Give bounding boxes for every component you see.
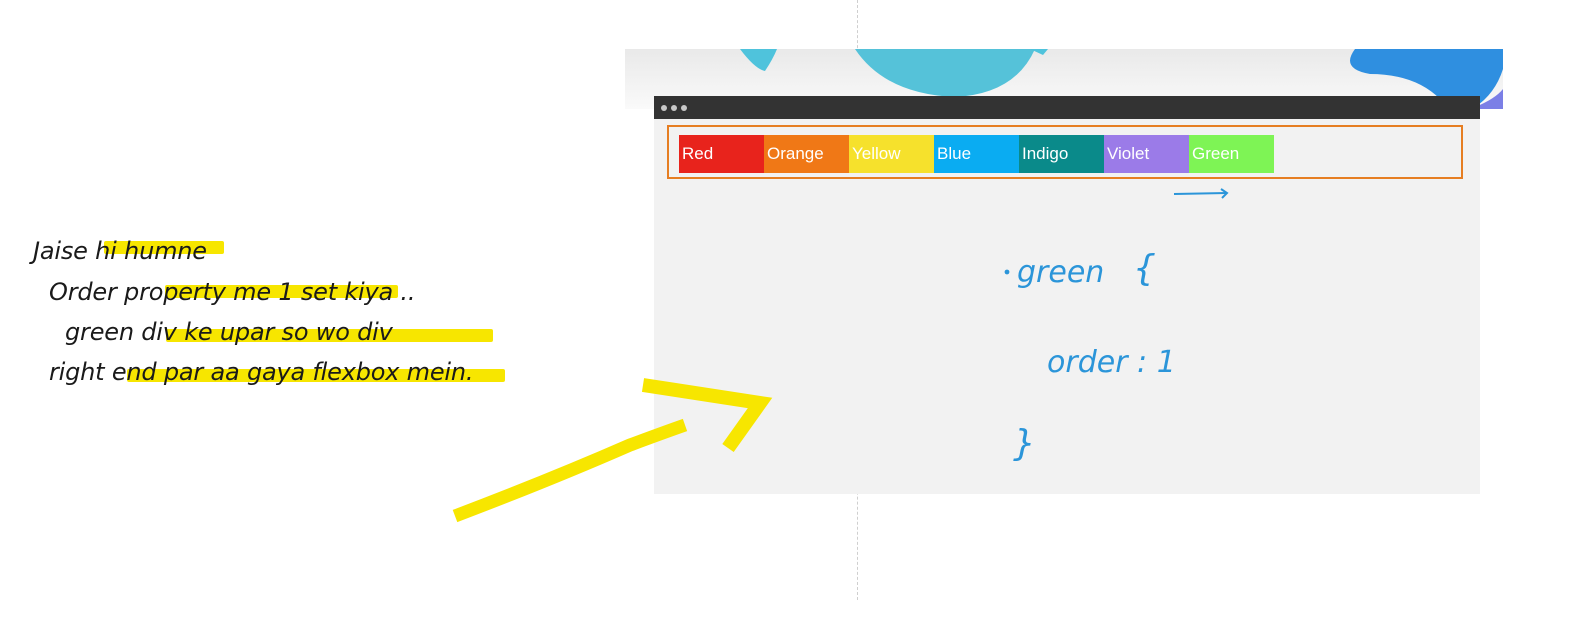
slide: Jaise hi humne Order property me 1 set k… xyxy=(0,0,1582,637)
dot-mark xyxy=(1004,269,1010,275)
handwritten-annotations: green { order : 1 } xyxy=(452,188,1229,523)
yellow-arrow-icon xyxy=(452,378,773,523)
right-arrow-icon xyxy=(1173,188,1229,199)
handwritten-brace-close: } xyxy=(1013,423,1036,464)
handwritten-selector: green xyxy=(1017,255,1104,290)
handwritten-brace-open: { xyxy=(1133,248,1156,289)
handwritten-order-rule: order : 1 xyxy=(1047,345,1176,380)
